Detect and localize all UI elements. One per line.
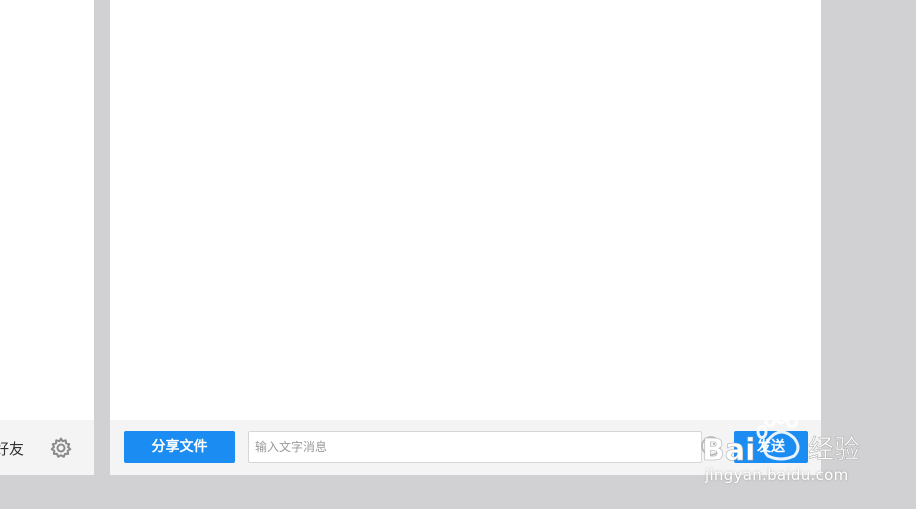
chat-panel: 分享文件 发送 — [110, 0, 821, 475]
message-area[interactable] — [110, 0, 821, 420]
share-file-button[interactable]: 分享文件 — [124, 431, 235, 463]
watermark-url: jingyan.baidu.com — [705, 466, 849, 484]
send-button[interactable]: 发送 — [734, 431, 808, 463]
message-input[interactable] — [248, 431, 702, 463]
contacts-panel — [0, 0, 94, 475]
app-window: 好友 分享文件 发送 — [0, 0, 916, 509]
add-friend-label[interactable]: 好友 — [0, 438, 24, 459]
gear-icon[interactable] — [49, 436, 73, 460]
emoji-icon[interactable] — [700, 435, 722, 457]
